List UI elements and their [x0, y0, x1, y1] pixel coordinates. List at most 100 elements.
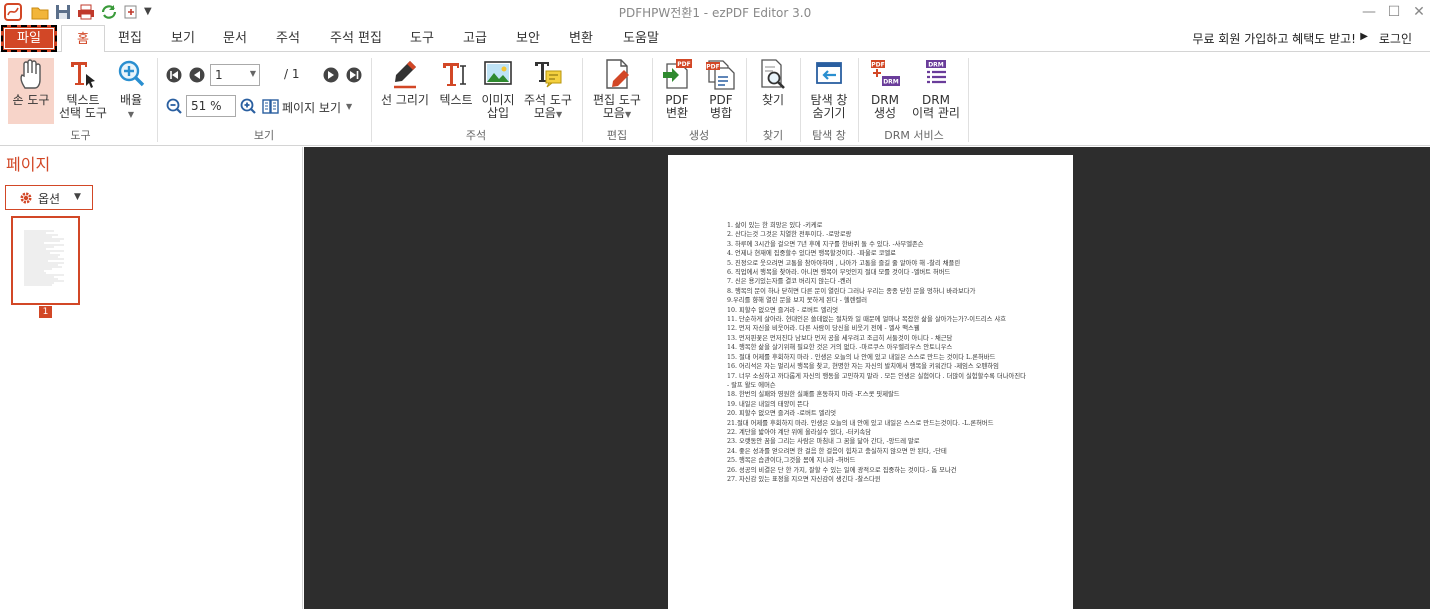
document-line: 20. 피할수 없으면 즐겨라 -로버트 엘리엇 [727, 410, 837, 418]
find-document-icon [761, 59, 785, 89]
document-line: 2. 산다는것 그것은 치열한 전투이다. -로망로랑 [727, 231, 852, 239]
options-dropdown-icon: ▼ [74, 192, 81, 202]
signup-promo-link[interactable]: 무료 회원 가입하고 혜택도 받고! [1192, 30, 1356, 47]
page-thumbnail[interactable] [11, 216, 80, 305]
zoom-in-small-icon[interactable] [240, 98, 256, 114]
pdf-convert-label-1: PDF [665, 93, 689, 107]
draw-line-button[interactable]: 선 그리기 [377, 58, 433, 107]
tab-convert[interactable]: 변환 [561, 25, 601, 52]
document-line: 16. 어리석은 자는 멀리서 행복을 찾고, 현명한 자는 자신의 발치에서 … [727, 363, 999, 371]
group-label-edit: 편집 [606, 129, 628, 142]
hide-navigation-label-1: 탐색 창 [810, 93, 848, 107]
annotation-tools-icon [535, 62, 562, 88]
pdf-badge-text: PDF [871, 62, 884, 69]
document-line: 14. 행복한 삶을 살기위해 필요한 것은 거의 없다. -마르쿠스 아우렐리… [727, 344, 953, 352]
find-button[interactable]: 찾기 [752, 58, 794, 107]
text-insert-icon [443, 63, 466, 86]
tab-home[interactable]: 홈 [61, 25, 105, 53]
pdf-page: 1. 삶이 있는 한 희망은 있다 -키케로 2. 산다는것 그것은 치열한 전… [668, 155, 1073, 609]
page-thumbnail-preview [24, 230, 64, 286]
drm-create-button[interactable]: PDF DRM DRM 생성 [864, 58, 906, 120]
hide-navigation-button[interactable]: 탐색 창 숨기기 [804, 58, 854, 120]
pdf-convert-label-2: 변환 [665, 106, 689, 120]
ribbon-separator [582, 58, 583, 142]
options-dropdown-button[interactable]: 옵션 ▼ [5, 185, 93, 210]
login-link[interactable]: 로그인 [1379, 30, 1412, 47]
page-view-label: 페이지 보기 [282, 101, 342, 115]
zoom-percent-input[interactable]: 51 % [186, 95, 236, 117]
zoom-button[interactable]: 배율 ▼ [113, 58, 149, 121]
drm-history-icon: DRM [926, 60, 946, 84]
tab-document[interactable]: 문서 [215, 25, 255, 52]
tab-annotation[interactable]: 주석 [268, 25, 308, 52]
annotation-toolset-label-1: 주석 도구 [524, 93, 572, 107]
document-line: 12. 먼저 자신을 비웃어라. 다른 사람이 당신을 비웃기 전에 - 엘사 … [727, 325, 920, 333]
drm-create-label-2: 생성 [873, 106, 897, 120]
drm-badge-text: DRM [928, 62, 944, 69]
ribbon-home: 손 도구 텍스트 선택 도구 배율 ▼ 도구 1 ▼ / 1 51 % 페이지 … [0, 52, 1430, 146]
document-line: 25. 행복은 습관이다,그것을 몸에 지니라 -허버드 [727, 457, 856, 465]
tab-help[interactable]: 도움말 [616, 25, 666, 52]
pdf-merge-button[interactable]: PDF PDF 병합 [701, 58, 741, 120]
page-view-button[interactable]: 페이지 보기 ▼ [262, 97, 358, 117]
edit-toolset-label-2: 모음 [602, 106, 625, 120]
window-title: PDFHPW전환1 - ezPDF Editor 3.0 [618, 6, 812, 20]
draw-line-label: 선 그리기 [381, 93, 429, 107]
insert-image-button[interactable]: 이미지 삽입 [479, 58, 517, 120]
insert-image-label-1: 이미지 [481, 93, 515, 107]
document-line: 17. 너무 소심하고 까다롭게 자신의 행동을 고민하지 말라 . 모든 인생… [727, 372, 1026, 389]
tab-advanced[interactable]: 고급 [455, 25, 495, 52]
tab-file[interactable]: 파일 [1, 25, 57, 52]
document-line: 27. 자신감 있는 표정을 지으면 자신감이 생긴다 -찰스다윈 [727, 475, 881, 483]
hand-tool-button[interactable]: 손 도구 [8, 58, 54, 124]
document-line: 6. 직업에서 행복을 찾아라. 아니면 행복이 무엇인지 절대 모를 것이다 … [727, 269, 951, 277]
document-line: 15. 절대 어제를 후회하지 마라 . 인생은 오늘의 나 안에 있고 내일은… [727, 353, 996, 361]
next-page-icon[interactable] [323, 67, 339, 83]
title-bar: ▼ PDFHPW전환1 - ezPDF Editor 3.0 — ☐ ✕ [0, 0, 1430, 24]
drm-history-label-1: DRM [922, 93, 950, 107]
drm-history-label-2: 이력 관리 [912, 106, 960, 120]
tab-tools[interactable]: 도구 [402, 25, 442, 52]
close-button[interactable]: ✕ [1404, 2, 1430, 22]
tab-view[interactable]: 보기 [163, 25, 203, 52]
hand-icon [20, 59, 41, 89]
zoom-dropdown-icon: ▼ [127, 110, 135, 119]
page-number-input[interactable]: 1 ▼ [210, 64, 260, 86]
text-annotation-button[interactable]: 텍스트 [435, 58, 477, 107]
last-page-icon[interactable] [346, 67, 362, 83]
page-view-dropdown-icon: ▼ [346, 102, 353, 111]
zoom-out-icon[interactable] [166, 98, 182, 114]
document-viewer[interactable]: 1. 삶이 있는 한 희망은 있다 -키케로 2. 산다는것 그것은 치열한 전… [304, 147, 1430, 609]
tab-annotation-edit[interactable]: 주석 편집 [321, 25, 391, 52]
page-thumbnail-number: 1 [39, 306, 52, 318]
document-line: 19. 내일은 내일의 태양이 뜬다 [727, 400, 809, 408]
ribbon-separator [968, 58, 969, 142]
drm-badge-text: DRM [883, 79, 899, 86]
gear-icon [20, 192, 32, 204]
first-page-icon[interactable] [166, 67, 182, 83]
ribbon-separator [371, 58, 372, 142]
previous-page-icon[interactable] [189, 67, 205, 83]
text-select-icon [71, 62, 95, 88]
zoom-label: 배율 [119, 93, 143, 107]
document-line: 13. 먼저핀꽃은 먼저진다 남보다 먼저 공을 세우려고 조급히 서둘것이 아… [727, 334, 953, 342]
text-select-tool-button[interactable]: 텍스트 선택 도구 [55, 58, 111, 120]
pages-panel-title: 페이지 [6, 155, 51, 174]
group-label-create: 생성 [688, 129, 710, 142]
annotation-toolset-button[interactable]: 주석 도구 모음▼ [519, 58, 577, 121]
zoom-percent-value: 51 % [191, 99, 222, 113]
edit-toolset-button[interactable]: 편집 도구 모음▼ [588, 58, 646, 121]
pdf-badge-text: PDF [677, 61, 690, 68]
drm-create-label-1: DRM [871, 93, 899, 107]
pdf-convert-button[interactable]: PDF PDF 변환 [656, 58, 698, 120]
ribbon-separator [746, 58, 747, 142]
options-label: 옵션 [38, 192, 61, 206]
zoom-in-icon [118, 60, 145, 87]
edit-toolset-label-1: 편집 도구 [593, 93, 641, 107]
pdf-merge-label-2: 병합 [709, 106, 733, 120]
drm-history-button[interactable]: DRM DRM 이력 관리 [908, 58, 964, 120]
group-label-drm: DRM 서비스 [884, 129, 944, 142]
page-number-dropdown-icon[interactable]: ▼ [250, 69, 256, 78]
tab-edit[interactable]: 편집 [110, 25, 150, 52]
tab-security[interactable]: 보안 [508, 25, 548, 52]
